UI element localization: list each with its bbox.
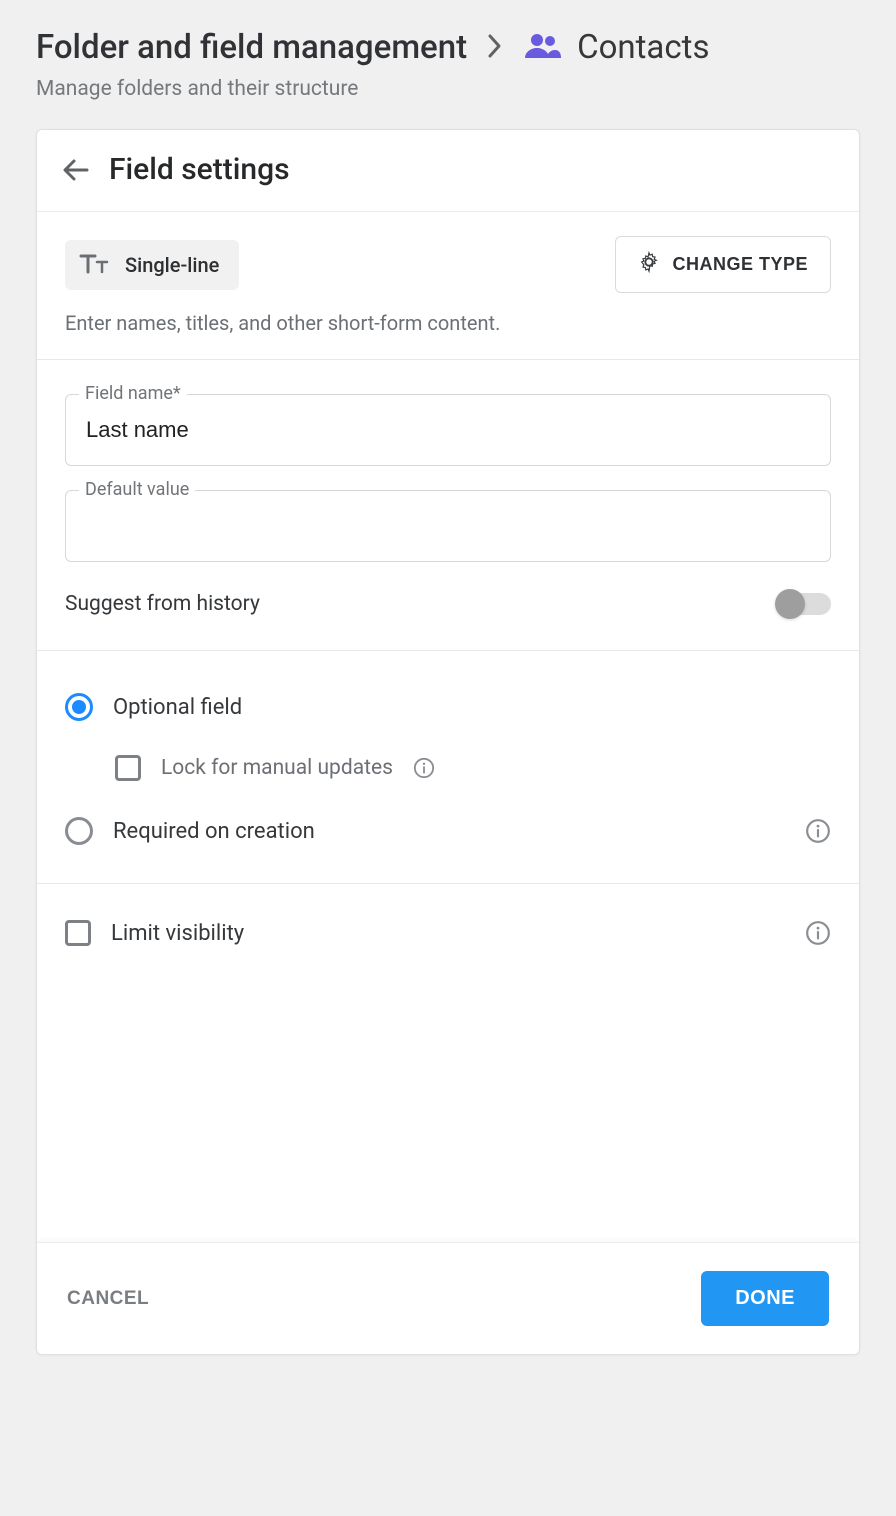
lock-updates-label: Lock for manual updates	[161, 756, 393, 780]
change-type-button[interactable]: CHANGE TYPE	[615, 236, 831, 293]
type-description: Enter names, titles, and other short-for…	[65, 311, 831, 335]
info-icon[interactable]	[805, 818, 831, 844]
panel-title: Field settings	[109, 152, 290, 187]
cancel-button[interactable]: CANCEL	[67, 1288, 149, 1310]
info-icon[interactable]	[413, 757, 435, 779]
field-name-input[interactable]	[65, 394, 831, 466]
field-name-label: Field name*	[79, 383, 187, 404]
limit-visibility-label: Limit visibility	[111, 921, 244, 946]
required-on-creation-radio[interactable]	[65, 817, 93, 845]
change-type-label: CHANGE TYPE	[672, 254, 808, 275]
breadcrumb-root[interactable]: Folder and field management	[36, 28, 467, 67]
required-on-creation-label: Required on creation	[113, 819, 315, 844]
text-type-icon	[79, 250, 109, 280]
info-icon[interactable]	[805, 920, 831, 946]
field-type-label: Single-line	[125, 253, 219, 277]
limit-visibility-checkbox[interactable]	[65, 920, 91, 946]
suggest-history-label: Suggest from history	[65, 592, 260, 616]
breadcrumb-current[interactable]: Contacts	[577, 28, 709, 67]
field-type-chip: Single-line	[65, 240, 239, 290]
back-arrow-icon[interactable]	[61, 155, 91, 185]
default-value-label: Default value	[79, 479, 195, 500]
done-button[interactable]: DONE	[701, 1271, 829, 1326]
suggest-history-toggle[interactable]	[779, 593, 831, 615]
chevron-right-icon	[487, 33, 503, 63]
contacts-icon	[523, 32, 563, 64]
optional-field-radio[interactable]	[65, 693, 93, 721]
lock-updates-checkbox[interactable]	[115, 755, 141, 781]
page-subtitle: Manage folders and their structure	[36, 77, 860, 101]
default-value-input[interactable]	[65, 490, 831, 562]
gear-icon	[638, 251, 660, 278]
optional-field-label: Optional field	[113, 695, 242, 720]
field-settings-panel: Field settings Single-line	[36, 129, 860, 1355]
breadcrumb: Folder and field management Contacts	[36, 28, 860, 67]
